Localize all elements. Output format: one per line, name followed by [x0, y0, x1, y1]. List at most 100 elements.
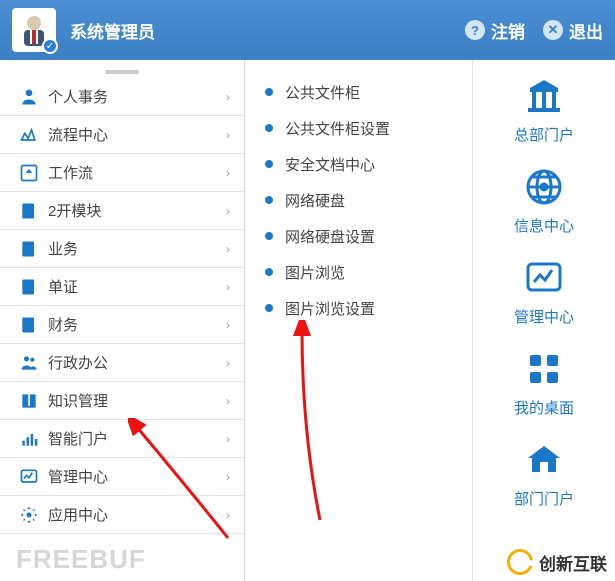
chevron-right-icon: ›: [226, 166, 230, 180]
chevron-right-icon: ›: [226, 508, 230, 522]
drag-handle[interactable]: [0, 66, 244, 78]
portal-label: 总部门户: [514, 124, 574, 145]
submenu-item[interactable]: 图片浏览: [257, 254, 472, 290]
sidebar-item-label: 2开模块: [48, 200, 226, 221]
key-icon: ?: [465, 20, 485, 40]
sidebar-item-portal[interactable]: 智能门户›: [0, 420, 244, 458]
sidebar-item-biz[interactable]: 业务›: [0, 230, 244, 268]
chevron-right-icon: ›: [226, 470, 230, 484]
logout-button[interactable]: ? 注销: [465, 18, 525, 43]
sidebar-item-label: 应用中心: [48, 504, 226, 525]
portal-house[interactable]: 部门门户: [514, 438, 574, 509]
verified-badge-icon: ✓: [42, 38, 58, 54]
module-icon: [18, 200, 40, 222]
sidebar-item-label: 个人事务: [48, 86, 226, 107]
portal-globe[interactable]: 信息中心: [514, 165, 574, 236]
submenu-item[interactable]: 公共文件柜设置: [257, 110, 472, 146]
chevron-right-icon: ›: [226, 242, 230, 256]
submenu-item[interactable]: 网络硬盘: [257, 182, 472, 218]
finance-icon: [18, 314, 40, 336]
portal-label: 我的桌面: [514, 397, 574, 418]
chart-icon: [522, 256, 566, 300]
sidebar-item-flow[interactable]: 流程中心›: [0, 116, 244, 154]
close-icon: ✕: [543, 20, 563, 40]
submenu: 公共文件柜公共文件柜设置安全文档中心网络硬盘网络硬盘设置图片浏览图片浏览设置: [245, 60, 473, 581]
chevron-right-icon: ›: [226, 128, 230, 142]
submenu-item-label: 网络硬盘: [285, 190, 345, 211]
sidebar-item-workflow[interactable]: 工作流›: [0, 154, 244, 192]
sidebar-item-label: 知识管理: [48, 390, 226, 411]
person-icon: [18, 86, 40, 108]
chevron-right-icon: ›: [226, 204, 230, 218]
sidebar-item-label: 行政办公: [48, 352, 226, 373]
portal-label: 部门门户: [514, 488, 574, 509]
sidebar-item-app[interactable]: 应用中心›: [0, 496, 244, 534]
sidebar-item-knowledge[interactable]: 知识管理›: [0, 382, 244, 420]
sidebar-item-person[interactable]: 个人事务›: [0, 78, 244, 116]
portal-list: 总部门户信息中心管理中心我的桌面部门门户: [473, 60, 615, 581]
sidebar-item-label: 智能门户: [48, 428, 226, 449]
watermark: FREEBUF: [16, 544, 146, 575]
header: ✓ 系统管理员 ? 注销 ✕ 退出: [0, 0, 615, 60]
bullet-icon: [265, 88, 273, 96]
watermark-right: 创新互联: [507, 549, 607, 575]
bullet-icon: [265, 268, 273, 276]
chevron-right-icon: ›: [226, 394, 230, 408]
manage-icon: [18, 466, 40, 488]
sidebar-item-label: 单证: [48, 276, 226, 297]
logo-icon: [507, 549, 533, 575]
sidebar-item-label: 流程中心: [48, 124, 226, 145]
sidebar-item-doc[interactable]: 单证›: [0, 268, 244, 306]
submenu-item[interactable]: 网络硬盘设置: [257, 218, 472, 254]
submenu-item[interactable]: 安全文档中心: [257, 146, 472, 182]
house-icon: [522, 438, 566, 482]
submenu-item[interactable]: 图片浏览设置: [257, 290, 472, 326]
username: 系统管理员: [70, 18, 447, 43]
portal-label: 管理中心: [514, 306, 574, 327]
sidebar-item-label: 业务: [48, 238, 226, 259]
portal-grid[interactable]: 我的桌面: [514, 347, 574, 418]
chevron-right-icon: ›: [226, 432, 230, 446]
knowledge-icon: [18, 390, 40, 412]
portal-label: 信息中心: [514, 215, 574, 236]
sidebar-item-finance[interactable]: 财务›: [0, 306, 244, 344]
sidebar-item-label: 工作流: [48, 162, 226, 183]
submenu-item-label: 图片浏览: [285, 262, 345, 283]
sidebar-item-label: 财务: [48, 314, 226, 335]
sidebar-item-manage[interactable]: 管理中心›: [0, 458, 244, 496]
sidebar: 个人事务›流程中心›工作流›2开模块›业务›单证›财务›行政办公›知识管理›智能…: [0, 60, 245, 581]
submenu-item-label: 安全文档中心: [285, 154, 375, 175]
submenu-item-label: 公共文件柜: [285, 82, 360, 103]
submenu-item-label: 网络硬盘设置: [285, 226, 375, 247]
chevron-right-icon: ›: [226, 356, 230, 370]
exit-label: 退出: [569, 18, 603, 43]
chevron-right-icon: ›: [226, 90, 230, 104]
portal-building[interactable]: 总部门户: [514, 74, 574, 145]
submenu-item-label: 公共文件柜设置: [285, 118, 390, 139]
avatar[interactable]: ✓: [12, 8, 56, 52]
exit-button[interactable]: ✕ 退出: [543, 18, 603, 43]
flow-icon: [18, 124, 40, 146]
portal-chart[interactable]: 管理中心: [514, 256, 574, 327]
logout-label: 注销: [491, 18, 525, 43]
body: 个人事务›流程中心›工作流›2开模块›业务›单证›财务›行政办公›知识管理›智能…: [0, 60, 615, 581]
grid-icon: [522, 347, 566, 391]
app-icon: [18, 504, 40, 526]
submenu-item[interactable]: 公共文件柜: [257, 74, 472, 110]
submenu-item-label: 图片浏览设置: [285, 298, 375, 319]
bullet-icon: [265, 196, 273, 204]
portal-icon: [18, 428, 40, 450]
admin-icon: [18, 352, 40, 374]
workflow-icon: [18, 162, 40, 184]
bullet-icon: [265, 160, 273, 168]
chevron-right-icon: ›: [226, 318, 230, 332]
chevron-right-icon: ›: [226, 280, 230, 294]
sidebar-item-label: 管理中心: [48, 466, 226, 487]
doc-icon: [18, 276, 40, 298]
biz-icon: [18, 238, 40, 260]
bullet-icon: [265, 232, 273, 240]
sidebar-item-admin[interactable]: 行政办公›: [0, 344, 244, 382]
sidebar-item-module[interactable]: 2开模块›: [0, 192, 244, 230]
bullet-icon: [265, 124, 273, 132]
building-icon: [522, 74, 566, 118]
